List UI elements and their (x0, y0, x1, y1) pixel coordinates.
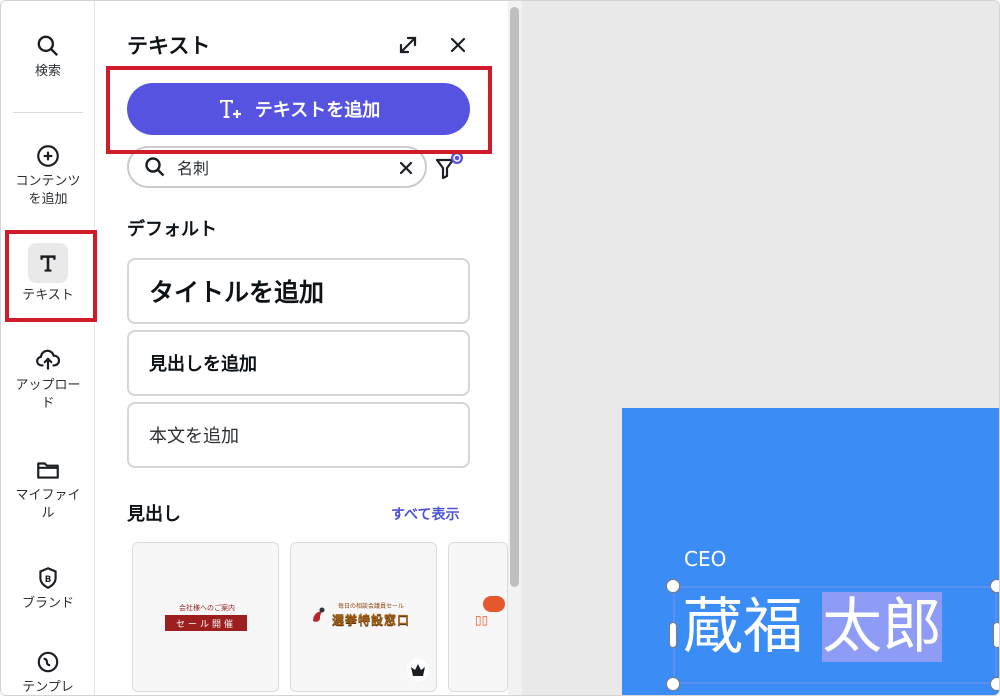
ceo-text[interactable]: CEO (684, 547, 726, 571)
thumb-partial-text: ▯▯ (475, 613, 489, 627)
heading-template-thumb[interactable]: 毎日の相談会議員セール 選挙特設窓口 (290, 542, 437, 692)
highlight-box-add-text (106, 66, 492, 154)
rail-item-upload[interactable]: アップロー ド (1, 347, 95, 413)
heading-template-thumb[interactable]: 会社様へのご案内 セール開催 (132, 542, 279, 692)
see-all-link[interactable]: すべて表示 (391, 504, 459, 524)
resize-handle-bottom-left[interactable] (666, 677, 680, 691)
folder-icon (37, 462, 59, 479)
filter-icon[interactable] (434, 151, 464, 183)
resize-handle-bottom-right[interactable] (990, 677, 999, 691)
headings-section-title: 見出し (127, 504, 181, 525)
rail-divider (13, 112, 83, 113)
name-part-1: 蔵福 (683, 592, 803, 662)
brand-icon: B (39, 567, 57, 589)
add-heading-button[interactable]: 見出しを追加 (127, 330, 470, 396)
search-icon (37, 35, 59, 57)
close-icon[interactable] (446, 33, 470, 57)
panel-scroll-thumb[interactable] (510, 7, 519, 587)
rail-item-add-content[interactable]: コンテンツ を追加 (1, 143, 95, 209)
side-rail: 検索 コンテンツ を追加 テキスト アップロー ド マイファイ ル B ブランド… (1, 1, 95, 695)
resize-handle-top-right[interactable] (990, 579, 999, 593)
rail-item-brand[interactable]: B ブランド (1, 565, 95, 613)
rail-item-template[interactable]: テンプレ (1, 649, 95, 695)
rail-label-search: 検索 (34, 64, 61, 79)
add-title-label: タイトルを追加 (149, 278, 325, 307)
add-heading-label: 見出しを追加 (149, 354, 257, 375)
search-value: 名刺 (177, 159, 210, 178)
rail-label-brand: ブランド (21, 596, 74, 611)
resize-handle-top-left[interactable] (666, 579, 680, 593)
highlight-box-text-tab (5, 230, 97, 322)
rail-label-template: テンプレ (22, 680, 74, 695)
add-body-label: 本文を追加 (149, 426, 239, 447)
thumb-badge (483, 596, 505, 612)
rail-label-upload: アップロー ド (15, 378, 81, 411)
plus-circle-icon (37, 145, 59, 167)
template-icon (37, 651, 59, 673)
thumb-main-text: セール開催 (165, 615, 247, 631)
clear-search-icon[interactable] (397, 159, 415, 177)
name-part-2-selected: 太郎 (822, 592, 943, 662)
cloud-upload-icon (36, 349, 61, 370)
add-body-button[interactable]: 本文を追加 (127, 402, 470, 468)
resize-handle-left[interactable] (669, 622, 677, 648)
name-text[interactable]: 蔵福 太郎 (683, 583, 943, 671)
rail-item-my-files[interactable]: マイファイ ル (1, 457, 95, 523)
svg-text:B: B (45, 575, 52, 585)
rail-item-search[interactable]: 検索 (1, 33, 95, 81)
crown-icon (407, 659, 429, 681)
rail-label-add-content: コンテンツ を追加 (15, 174, 81, 207)
heading-template-thumb[interactable]: ▯▯ (448, 542, 508, 692)
thumb-top-text: 会社様へのご案内 (179, 604, 235, 612)
add-title-button[interactable]: タイトルを追加 (127, 258, 470, 324)
panel-title: テキスト (127, 34, 211, 58)
app-window: 検索 コンテンツ を追加 テキスト アップロー ド マイファイ ル B ブランド… (0, 0, 1000, 696)
default-section-title: デフォルト (127, 219, 217, 240)
thumb-top-text: 毎日の相談会議員セール (337, 603, 404, 610)
expand-icon[interactable] (396, 33, 420, 57)
thumb-main-text: 選挙特設窓口 (331, 613, 410, 627)
resize-handle-right[interactable] (993, 622, 999, 648)
search-icon (145, 157, 165, 177)
rail-label-my-files: マイファイ ル (15, 488, 81, 521)
